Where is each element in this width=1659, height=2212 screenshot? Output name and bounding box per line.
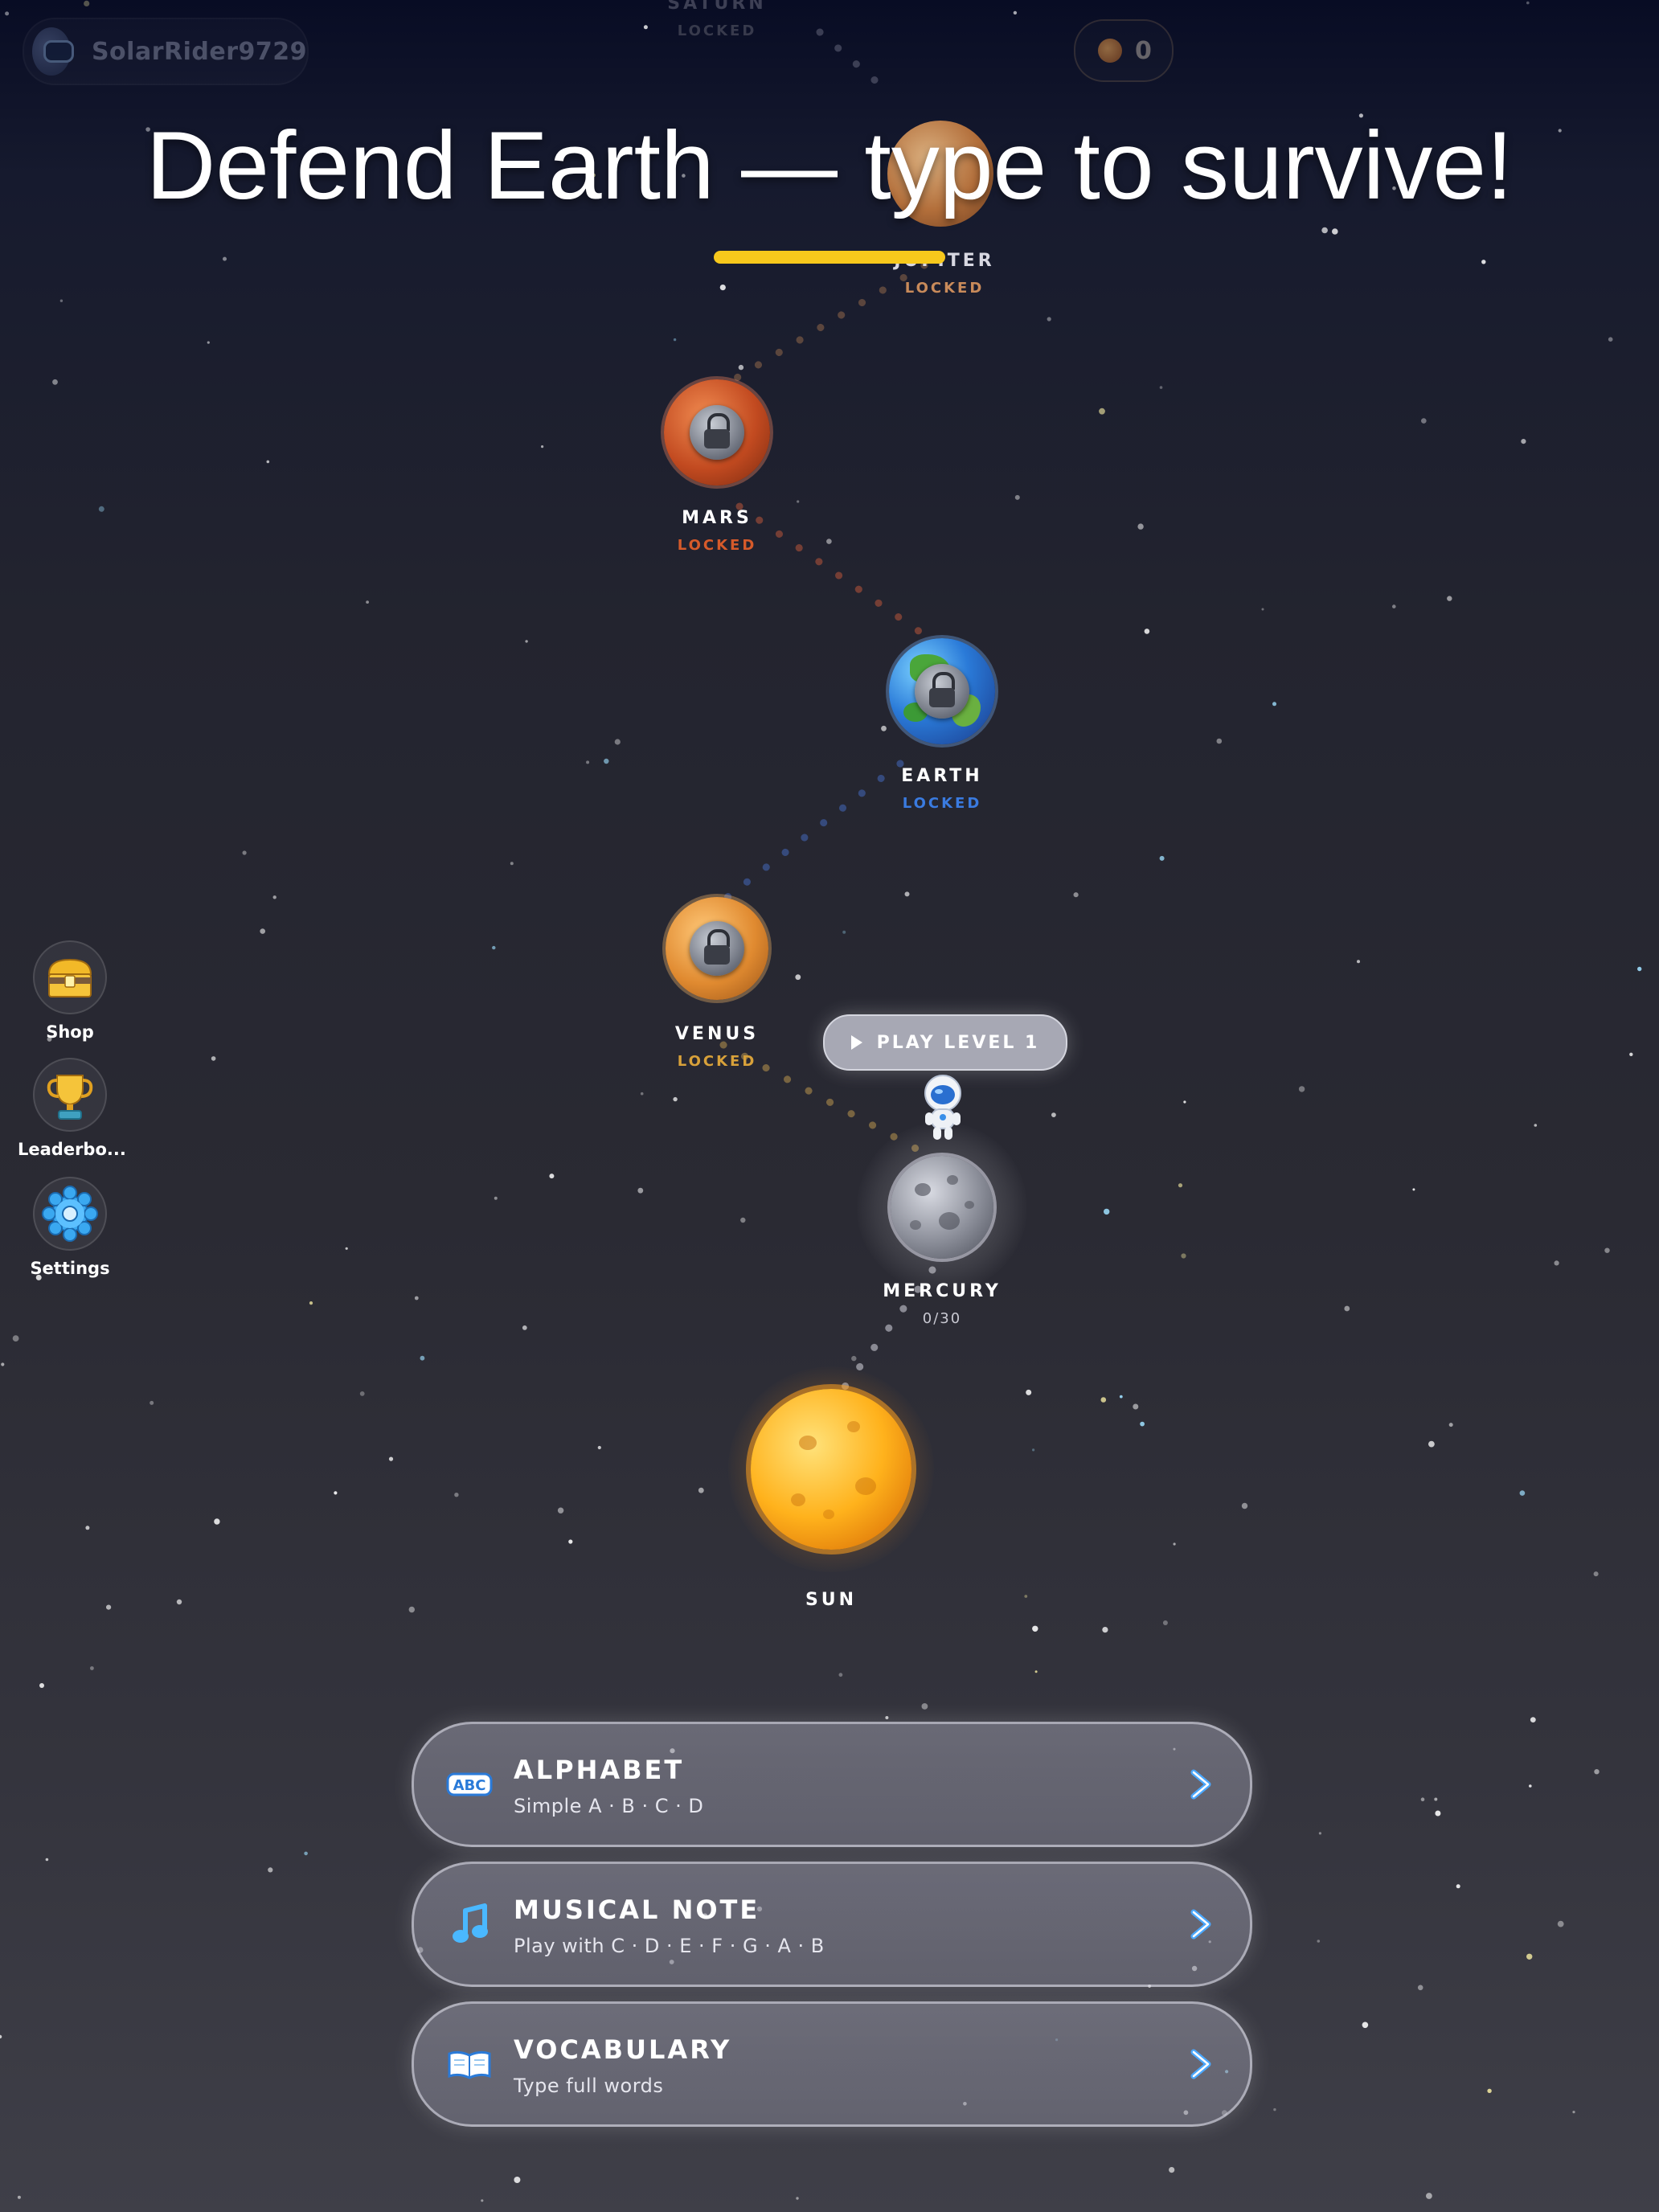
coin-count: 0 (1135, 36, 1152, 65)
user-profile-pill[interactable]: SolarRider9729 (23, 18, 309, 85)
side-button-leaderboard[interactable]: Leaderbo... (18, 1058, 126, 1159)
music-note-icon (453, 1903, 488, 1943)
mode-title-vocabulary: VOCABULARY (514, 2034, 732, 2065)
chevron-right-icon (1190, 1769, 1211, 1800)
coin-counter[interactable]: 0 (1074, 19, 1174, 82)
play-level-label: PLAY LEVEL 1 (876, 1032, 1040, 1053)
sun[interactable] (751, 1389, 911, 1550)
side-button-settings[interactable]: Settings (18, 1177, 122, 1278)
mode-title-alphabet: ALPHABET (514, 1755, 685, 1785)
username: SolarRider9729 (91, 37, 307, 66)
trophy-icon (47, 1075, 93, 1120)
lock-icon (690, 921, 744, 976)
planet-name-venus: VENUS (674, 1024, 760, 1044)
mode-subtitle-musical-note: Play with C · D · E · F · G · A · B (514, 1935, 825, 1957)
planet-status-saturn: LOCKED (677, 23, 757, 39)
planet-status-mars: LOCKED (677, 537, 757, 554)
mode-subtitle-vocabulary: Type full words (514, 2075, 664, 2097)
astronaut-helmet-icon (32, 27, 74, 76)
chevron-right-icon (1190, 1909, 1211, 1940)
lock-icon (915, 664, 969, 719)
planet-name-earth: EARTH (901, 766, 983, 786)
book-icon (448, 2050, 491, 2079)
planet-status-venus: LOCKED (677, 1053, 757, 1070)
gear-icon (42, 1186, 98, 1242)
play-level-button[interactable]: PLAY LEVEL 1 (823, 1014, 1067, 1071)
planet-mercury[interactable] (891, 1156, 993, 1259)
planet-name-mars: MARS (682, 508, 752, 528)
play-icon (850, 1035, 862, 1050)
title-underline (714, 251, 945, 264)
mode-card-musical-note[interactable]: MUSICAL NOTE Play with C · D · E · F · G… (412, 1862, 1252, 1987)
planet-name-mercury: MERCURY (883, 1281, 1002, 1301)
page-title: Defend Earth — type to survive! (145, 112, 1514, 219)
side-label-leaderboard: Leaderbo... (18, 1140, 126, 1159)
mode-title-musical-note: MUSICAL NOTE (514, 1895, 760, 1925)
mercury-progress: 0/30 (922, 1310, 962, 1327)
planet-name-saturn: SATURN (667, 0, 767, 14)
planet-status-jupiter: LOCKED (904, 280, 985, 297)
mode-card-vocabulary[interactable]: VOCABULARY Type full words (412, 2001, 1252, 2127)
lock-icon (690, 405, 744, 460)
treasure-chest-icon (47, 958, 92, 997)
svg-text:ABC: ABC (453, 1777, 486, 1794)
abc-icon: ABC (446, 1772, 493, 1796)
side-button-shop[interactable]: Shop (18, 940, 122, 1042)
mode-card-alphabet[interactable]: ABC ALPHABET Simple A · B · C · D (412, 1722, 1252, 1847)
planet-name-sun: SUN (805, 1590, 858, 1610)
chevron-right-icon (1190, 2049, 1211, 2079)
planet-venus[interactable] (666, 897, 768, 1000)
planet-mars[interactable] (664, 379, 770, 485)
side-label-shop: Shop (46, 1022, 94, 1042)
mode-subtitle-alphabet: Simple A · B · C · D (514, 1795, 704, 1817)
planet-earth[interactable] (889, 638, 995, 744)
side-label-settings: Settings (30, 1259, 110, 1278)
planet-status-earth: LOCKED (902, 795, 982, 812)
coin-planet-icon (1098, 39, 1122, 63)
